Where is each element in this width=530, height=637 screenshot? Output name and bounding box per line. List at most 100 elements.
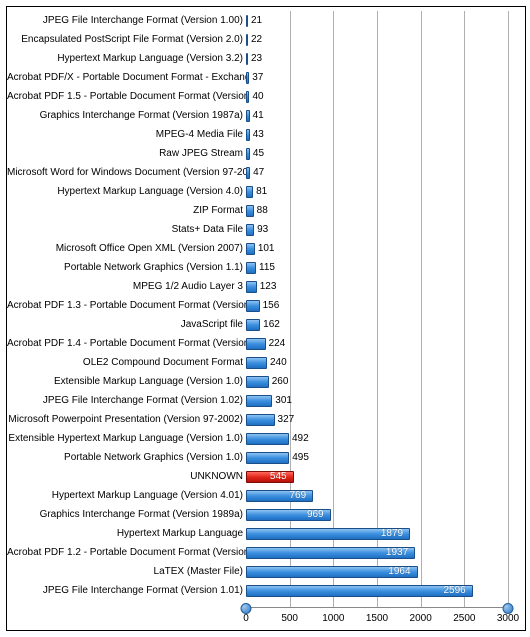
- bar: 40: [246, 91, 249, 103]
- category-label: Graphics Interchange Format (Version 198…: [7, 110, 246, 121]
- bar-track: 23: [246, 53, 525, 65]
- value-label: 115: [259, 262, 275, 273]
- bar: 123: [246, 281, 257, 293]
- bar-track: 260: [246, 376, 525, 388]
- value-label: 545: [270, 471, 287, 482]
- bar-highlight: 545: [246, 471, 294, 483]
- bar-track: 327: [246, 414, 525, 426]
- bar-track: 101: [246, 243, 525, 255]
- chart-row: Graphics Interchange Format (Version 198…: [7, 505, 525, 524]
- chart-row: OLE2 Compound Document Format240: [7, 353, 525, 372]
- bar: 495: [246, 452, 289, 464]
- category-label: JPEG File Interchange Format (Version 1.…: [7, 15, 246, 26]
- category-label: Acrobat PDF 1.4 - Portable Document Form…: [7, 338, 246, 349]
- bar-track: 301: [246, 395, 525, 407]
- value-label: 492: [292, 433, 309, 444]
- chart-row: Portable Network Graphics (Version 1.0)4…: [7, 448, 525, 467]
- bar-track: 41: [246, 110, 525, 122]
- chart-row: Extensible Hypertext Markup Language (Ve…: [7, 429, 525, 448]
- value-label: 21: [251, 15, 262, 26]
- bar-track: 123: [246, 281, 525, 293]
- value-label: 101: [258, 243, 275, 254]
- bar-track: 969: [246, 509, 525, 521]
- value-label: 2596: [443, 585, 465, 596]
- bar-track: 21: [246, 15, 525, 27]
- value-label: 40: [252, 91, 263, 102]
- bar-track: 2596: [246, 585, 525, 597]
- chart-row: Stats+ Data File 93: [7, 220, 525, 239]
- value-label: 81: [256, 186, 267, 197]
- chart-row: Hypertext Markup Language (Version 4.01)…: [7, 486, 525, 505]
- bar-track: 115: [246, 262, 525, 274]
- chart-row: JPEG File Interchange Format (Version 1.…: [7, 391, 525, 410]
- category-label: OLE2 Compound Document Format: [7, 357, 246, 368]
- bar-track: 1937: [246, 547, 525, 559]
- value-label: 156: [263, 300, 280, 311]
- chart-row: Hypertext Markup Language (Version 3.2)2…: [7, 49, 525, 68]
- bar-track: 545: [246, 471, 525, 483]
- bar-track: 1879: [246, 528, 525, 540]
- bar-track: 22: [246, 34, 525, 46]
- bar-track: 88: [246, 205, 525, 217]
- value-label: 327: [278, 414, 295, 425]
- x-tick: 500: [281, 613, 298, 624]
- x-tick: 2500: [453, 613, 475, 624]
- bar: 88: [246, 205, 254, 217]
- value-label: 93: [257, 224, 268, 235]
- bar: 1937: [246, 547, 415, 559]
- bar-track: 224: [246, 338, 525, 350]
- chart-row: Acrobat PDF 1.5 - Portable Document Form…: [7, 87, 525, 106]
- bar: 43: [246, 129, 250, 141]
- chart-row: Acrobat PDF/X - Portable Document Format…: [7, 68, 525, 87]
- bar: 21: [246, 15, 248, 27]
- category-label: Graphics Interchange Format (Version 198…: [7, 509, 246, 520]
- bar-track: 495: [246, 452, 525, 464]
- chart-row: JavaScript file162: [7, 315, 525, 334]
- category-label: JPEG File Interchange Format (Version 1.…: [7, 585, 246, 596]
- plot-area: JPEG File Interchange Format (Version 1.…: [7, 11, 525, 607]
- category-label: Raw JPEG Stream: [7, 148, 246, 159]
- x-tick: 1000: [322, 613, 344, 624]
- bar: 969: [246, 509, 331, 521]
- value-label: 1937: [386, 547, 408, 558]
- bar: 301: [246, 395, 272, 407]
- category-label: Portable Network Graphics (Version 1.1): [7, 262, 246, 273]
- bar-track: 45: [246, 148, 525, 160]
- value-label: 969: [307, 509, 324, 520]
- category-label: Hypertext Markup Language (Version 4.0): [7, 186, 246, 197]
- value-label: 1964: [388, 566, 410, 577]
- bar: 23: [246, 53, 248, 65]
- bar: 240: [246, 357, 267, 369]
- bar-track: 1964: [246, 566, 525, 578]
- chart-row: Acrobat PDF 1.4 - Portable Document Form…: [7, 334, 525, 353]
- value-label: 88: [257, 205, 268, 216]
- bar: 37: [246, 72, 249, 84]
- chart-row: MPEG-4 Media File43: [7, 125, 525, 144]
- category-label: MPEG-4 Media File: [7, 129, 246, 140]
- category-label: Encapsulated PostScript File Format (Ver…: [7, 34, 246, 45]
- category-label: Acrobat PDF/X - Portable Document Format…: [7, 72, 246, 83]
- bar: 47: [246, 167, 250, 179]
- bar: 101: [246, 243, 255, 255]
- file-format-bar-chart: JPEG File Interchange Format (Version 1.…: [6, 6, 526, 631]
- value-label: 47: [253, 167, 264, 178]
- chart-row: UNKNOWN545: [7, 467, 525, 486]
- x-axis: 050010001500200025003000: [246, 607, 508, 630]
- x-tick: 1500: [366, 613, 388, 624]
- chart-row: Hypertext Markup Language1879: [7, 524, 525, 543]
- bar-track: 156: [246, 300, 525, 312]
- chart-row: Raw JPEG Stream45: [7, 144, 525, 163]
- x-tick: 3000: [497, 613, 519, 624]
- category-label: Extensible Markup Language (Version 1.0): [7, 376, 246, 387]
- category-label: Acrobat PDF 1.2 - Portable Document Form…: [7, 547, 246, 558]
- category-label: Stats+ Data File: [7, 224, 246, 235]
- chart-row: Acrobat PDF 1.2 - Portable Document Form…: [7, 543, 525, 562]
- chart-row: Acrobat PDF 1.3 - Portable Document Form…: [7, 296, 525, 315]
- bar-track: 47: [246, 167, 525, 179]
- bar: 22: [246, 34, 248, 46]
- bar: 41: [246, 110, 250, 122]
- bar: 769: [246, 490, 313, 502]
- chart-row: Portable Network Graphics (Version 1.1) 1…: [7, 258, 525, 277]
- value-label: 37: [252, 72, 263, 83]
- value-label: 41: [253, 110, 264, 121]
